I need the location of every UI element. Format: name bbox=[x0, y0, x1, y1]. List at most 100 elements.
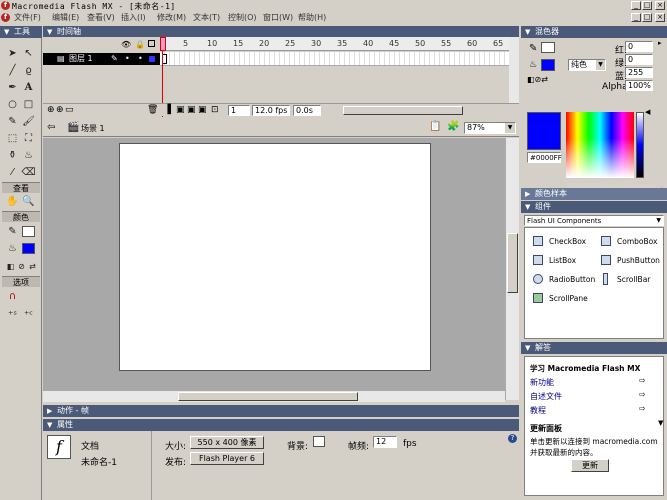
open-arrow-icon[interactable]: ⇨ bbox=[639, 404, 646, 413]
actions-panel-header[interactable]: ▶ 动作 - 帧 bbox=[43, 405, 519, 417]
green-input[interactable]: 0 bbox=[625, 54, 653, 65]
close-button[interactable]: × bbox=[655, 1, 665, 10]
arrow-tool-icon[interactable]: ➤ bbox=[5, 46, 20, 61]
hscroll-thumb[interactable] bbox=[178, 392, 358, 401]
panel-menu-icon[interactable]: ▸ bbox=[658, 39, 666, 49]
fill-color-swatch[interactable] bbox=[22, 243, 35, 254]
component-item[interactable]: ScrollPane bbox=[549, 294, 588, 303]
component-item[interactable]: ScrollBar bbox=[617, 275, 650, 284]
center-frame-icon[interactable]: ▐ bbox=[164, 105, 171, 115]
outline-icon[interactable] bbox=[148, 40, 155, 47]
component-set-select[interactable]: Flash UI Components ▼ bbox=[524, 215, 664, 226]
checkbox-component-icon[interactable] bbox=[533, 236, 543, 246]
stroke-color-swatch[interactable] bbox=[22, 226, 35, 237]
properties-header[interactable]: ▼ 属性 bbox=[43, 419, 519, 431]
answers-header[interactable]: ▼ 解答 bbox=[521, 342, 667, 354]
layer-row[interactable]: ▤ 图层 1 ✎ • • bbox=[43, 53, 160, 65]
stroke-pencil-icon[interactable]: ✎ bbox=[529, 43, 537, 54]
tools-panel-header[interactable]: ▼ 工具 bbox=[0, 26, 42, 38]
eyedropper-tool-icon[interactable]: ⁄ bbox=[5, 165, 20, 180]
combobox-component-icon[interactable] bbox=[601, 236, 611, 246]
swatches-header[interactable]: ▶ 颜色样本 bbox=[521, 188, 667, 200]
default-swatch-icon[interactable]: ◧⊘⇄ bbox=[527, 75, 548, 84]
frame-rate-input[interactable]: 12 bbox=[373, 436, 397, 448]
zoom-tool-icon[interactable]: 🔍 bbox=[21, 194, 36, 209]
snap-magnet-icon[interactable]: ∩ bbox=[5, 289, 20, 304]
oval-tool-icon[interactable]: ○ bbox=[5, 97, 20, 112]
link-tutorials[interactable]: 教程 bbox=[530, 405, 546, 416]
onion-skin-icon[interactable]: ▣ bbox=[176, 105, 185, 115]
menu-insert[interactable]: 插入(I) bbox=[121, 12, 146, 23]
component-item[interactable]: PushButton bbox=[617, 256, 660, 265]
color-spectrum[interactable] bbox=[566, 112, 634, 178]
menu-file[interactable]: 文件(F) bbox=[14, 12, 41, 23]
link-whats-new[interactable]: 新功能 bbox=[530, 377, 554, 388]
doc-minimize-button[interactable]: _ bbox=[631, 13, 641, 22]
menu-help[interactable]: 帮助(H) bbox=[298, 12, 326, 23]
hex-input[interactable]: #0000FF bbox=[527, 152, 562, 163]
frames-grid[interactable] bbox=[160, 52, 519, 66]
eye-icon[interactable]: 👁 bbox=[121, 40, 131, 49]
add-folder-icon[interactable]: ▭ bbox=[65, 105, 74, 115]
vscroll-thumb[interactable] bbox=[507, 233, 518, 293]
pen-tool-icon[interactable]: ✒ bbox=[5, 80, 20, 95]
doc-restore-button[interactable]: □ bbox=[642, 13, 652, 22]
doc-close-button[interactable]: × bbox=[655, 13, 665, 22]
pushbutton-component-icon[interactable] bbox=[601, 255, 611, 265]
visible-dot-icon[interactable]: • bbox=[125, 53, 130, 65]
outline-color-icon[interactable] bbox=[149, 56, 155, 62]
text-tool-icon[interactable]: A bbox=[21, 80, 36, 95]
add-layer-icon[interactable]: ⊕ bbox=[47, 105, 55, 115]
hand-tool-icon[interactable]: ✋ bbox=[5, 194, 20, 209]
brush-tool-icon[interactable]: 🖌 bbox=[21, 114, 36, 129]
color-mixer-header[interactable]: ▼ 混色器 bbox=[521, 26, 667, 38]
mixer-stroke-swatch[interactable] bbox=[541, 42, 555, 53]
fill-color-icon[interactable]: ♨ bbox=[5, 241, 20, 256]
fill-transform-tool-icon[interactable]: ⛶ bbox=[21, 131, 36, 146]
stage-vscroll[interactable] bbox=[505, 138, 519, 400]
modify-markers-icon[interactable]: ⊡ bbox=[211, 105, 219, 115]
line-tool-icon[interactable]: ╱ bbox=[5, 63, 20, 78]
edit-multiple-icon[interactable]: ▣ bbox=[198, 105, 207, 115]
subselect-tool-icon[interactable]: ↖ bbox=[21, 46, 36, 61]
swap-colors-icon[interactable]: ⇄ bbox=[25, 259, 40, 274]
components-header[interactable]: ▼ 组件 bbox=[521, 201, 667, 213]
mixer-fill-swatch[interactable] bbox=[541, 59, 555, 71]
red-input[interactable]: 0 bbox=[625, 41, 653, 52]
timeline-vscroll[interactable] bbox=[509, 37, 519, 103]
eraser-tool-icon[interactable]: ⌫ bbox=[21, 165, 36, 180]
smooth-option-icon[interactable]: ⁺ˢ bbox=[5, 308, 20, 323]
lasso-tool-icon[interactable]: ϱ bbox=[21, 63, 36, 78]
resize-arrow-icon[interactable]: ▼ bbox=[658, 419, 663, 427]
open-arrow-icon[interactable]: ⇨ bbox=[639, 376, 646, 385]
fill-style-select[interactable]: 纯色 ▼ bbox=[568, 59, 606, 71]
link-readme[interactable]: 自述文件 bbox=[530, 391, 562, 402]
paint-bucket-tool-icon[interactable]: ♨ bbox=[21, 148, 36, 163]
radiobutton-component-icon[interactable] bbox=[533, 274, 543, 284]
ink-bottle-tool-icon[interactable]: ⚱ bbox=[5, 148, 20, 163]
frame-ruler[interactable]: 5 10 15 20 25 30 35 40 45 50 55 60 65 bbox=[160, 37, 519, 51]
zoom-select[interactable]: 87% ▼ bbox=[464, 122, 516, 134]
help-icon[interactable]: ? bbox=[508, 434, 517, 443]
listbox-component-icon[interactable] bbox=[533, 255, 543, 265]
minimize-button[interactable]: _ bbox=[631, 1, 641, 10]
alpha-input[interactable]: 100% bbox=[625, 80, 653, 91]
component-item[interactable]: ComboBox bbox=[617, 237, 657, 246]
stage-canvas[interactable] bbox=[119, 143, 431, 371]
update-button[interactable]: 更新 bbox=[571, 459, 609, 472]
menu-view[interactable]: 查看(V) bbox=[87, 12, 115, 23]
straighten-option-icon[interactable]: ⁺ᶜ bbox=[21, 308, 36, 323]
edit-symbols-icon[interactable]: 🧩 bbox=[447, 121, 459, 132]
rectangle-tool-icon[interactable]: □ bbox=[21, 97, 36, 112]
edit-scene-icon[interactable]: 📋 bbox=[429, 121, 441, 132]
back-arrow-icon[interactable]: ⇦ bbox=[47, 122, 55, 133]
background-color-swatch[interactable] bbox=[313, 436, 325, 447]
onion-outline-icon[interactable]: ▣ bbox=[187, 105, 196, 115]
scrollpane-component-icon[interactable] bbox=[533, 293, 543, 303]
menu-modify[interactable]: 修改(M) bbox=[157, 12, 186, 23]
trash-icon[interactable]: 🗑 bbox=[147, 105, 158, 115]
stage-hscroll[interactable] bbox=[43, 390, 505, 402]
slider-pointer-icon[interactable]: ◀ bbox=[645, 108, 650, 116]
blue-input[interactable]: 255 bbox=[625, 67, 653, 78]
component-item[interactable]: ListBox bbox=[549, 256, 576, 265]
